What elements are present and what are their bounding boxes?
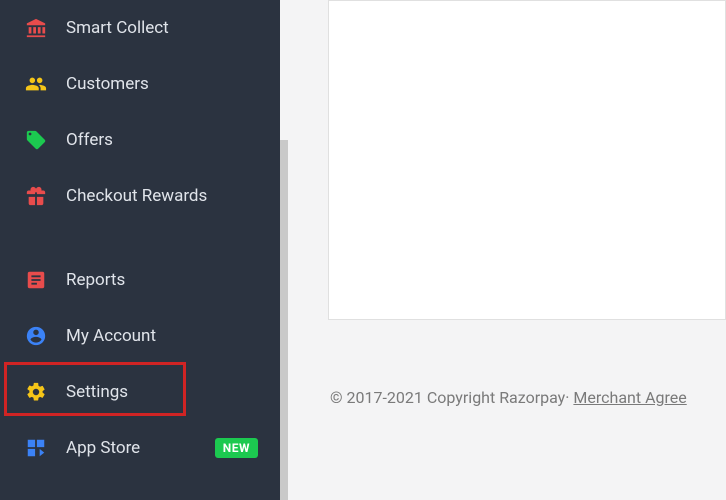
- copyright-text: © 2017-2021 Copyright Razorpay·: [330, 388, 573, 407]
- tag-icon: [24, 128, 48, 152]
- sidebar-item-label: Settings: [66, 382, 128, 402]
- footer: © 2017-2021 Copyright Razorpay· Merchant…: [330, 388, 687, 407]
- bank-icon: [24, 16, 48, 40]
- report-icon: [24, 268, 48, 292]
- merchant-agreement-link[interactable]: Merchant Agree: [573, 388, 686, 407]
- sidebar-item-offers[interactable]: Offers: [0, 112, 280, 168]
- sidebar-item-app-store[interactable]: App Store NEW: [0, 420, 280, 476]
- sidebar-item-settings[interactable]: Settings: [0, 364, 280, 420]
- content-card: [328, 0, 726, 320]
- sidebar-item-label: Customers: [66, 74, 149, 94]
- sidebar-item-label: Offers: [66, 130, 113, 150]
- sidebar-item-my-account[interactable]: My Account: [0, 308, 280, 364]
- sidebar-item-label: Reports: [66, 270, 125, 290]
- sidebar: Smart Collect Customers Offers Checkout …: [0, 0, 280, 500]
- sidebar-item-customers[interactable]: Customers: [0, 56, 280, 112]
- main-area: © 2017-2021 Copyright Razorpay· Merchant…: [288, 0, 726, 500]
- sidebar-item-label: My Account: [66, 326, 156, 346]
- people-icon: [24, 72, 48, 96]
- sidebar-item-reports[interactable]: Reports: [0, 252, 280, 308]
- gear-icon: [24, 380, 48, 404]
- sidebar-scrollbar[interactable]: [280, 140, 288, 500]
- new-badge: NEW: [215, 438, 258, 458]
- sidebar-item-label: Checkout Rewards: [66, 186, 207, 206]
- user-circle-icon: [24, 324, 48, 348]
- sidebar-item-checkout-rewards[interactable]: Checkout Rewards: [0, 168, 280, 224]
- sidebar-item-smart-collect[interactable]: Smart Collect: [0, 0, 280, 56]
- sidebar-item-label: Smart Collect: [66, 18, 169, 38]
- sidebar-section-gap: [0, 224, 280, 252]
- apps-icon: [24, 436, 48, 460]
- sidebar-item-label: App Store: [66, 438, 140, 458]
- gift-icon: [24, 184, 48, 208]
